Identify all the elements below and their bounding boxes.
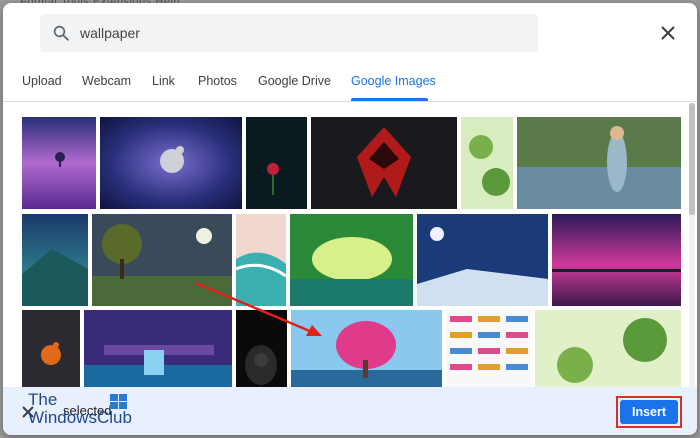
image-woman-lake[interactable] xyxy=(517,117,681,209)
insert-image-dialog: wallpaper Upload Webcam Link Photos Goog… xyxy=(3,3,697,435)
image-beach-waves[interactable] xyxy=(236,214,286,306)
image-night-snow[interactable] xyxy=(417,214,548,306)
image-apple-dark[interactable] xyxy=(22,310,80,388)
windows-logo-icon xyxy=(110,394,127,409)
tab-bar: Upload Webcam Link Photos Google Drive G… xyxy=(3,69,697,102)
image-green-leaves[interactable] xyxy=(461,117,513,209)
tab-photos[interactable]: Photos xyxy=(198,74,237,88)
search-text: wallpaper xyxy=(80,25,140,41)
image-apple-galaxy[interactable] xyxy=(100,117,242,209)
image-lavender[interactable] xyxy=(22,117,96,209)
watermark-logo: The WindowsClub xyxy=(24,390,134,432)
image-waterfall[interactable] xyxy=(84,310,232,388)
image-red-mask[interactable] xyxy=(311,117,457,209)
image-hooded-figure[interactable] xyxy=(236,310,287,388)
insert-button[interactable]: Insert xyxy=(620,400,678,424)
image-thank-you[interactable] xyxy=(446,310,531,388)
image-green-lake[interactable] xyxy=(290,214,413,306)
watermark-line2: WindowsClub xyxy=(28,408,132,427)
tab-google-images[interactable]: Google Images xyxy=(351,74,436,88)
image-moon-tree[interactable] xyxy=(92,214,232,306)
image-pink-blossom[interactable] xyxy=(289,308,444,388)
tab-upload[interactable]: Upload xyxy=(22,74,62,88)
image-rose[interactable] xyxy=(246,117,307,209)
watermark-line1: The xyxy=(28,390,58,409)
image-pink-sunset[interactable] xyxy=(552,214,681,306)
image-green-leaves-light[interactable] xyxy=(535,310,681,388)
tab-google-drive[interactable]: Google Drive xyxy=(258,74,331,88)
search-icon xyxy=(53,25,69,41)
scrollbar[interactable] xyxy=(689,103,695,388)
image-blue-mountain[interactable] xyxy=(22,214,88,306)
tab-link[interactable]: Link xyxy=(152,74,175,88)
image-grid xyxy=(3,103,689,388)
search-input[interactable]: wallpaper xyxy=(40,14,538,52)
scrollbar-thumb[interactable] xyxy=(689,103,695,215)
active-tab-indicator xyxy=(351,98,428,101)
close-icon[interactable] xyxy=(657,22,679,44)
tab-webcam[interactable]: Webcam xyxy=(82,74,131,88)
